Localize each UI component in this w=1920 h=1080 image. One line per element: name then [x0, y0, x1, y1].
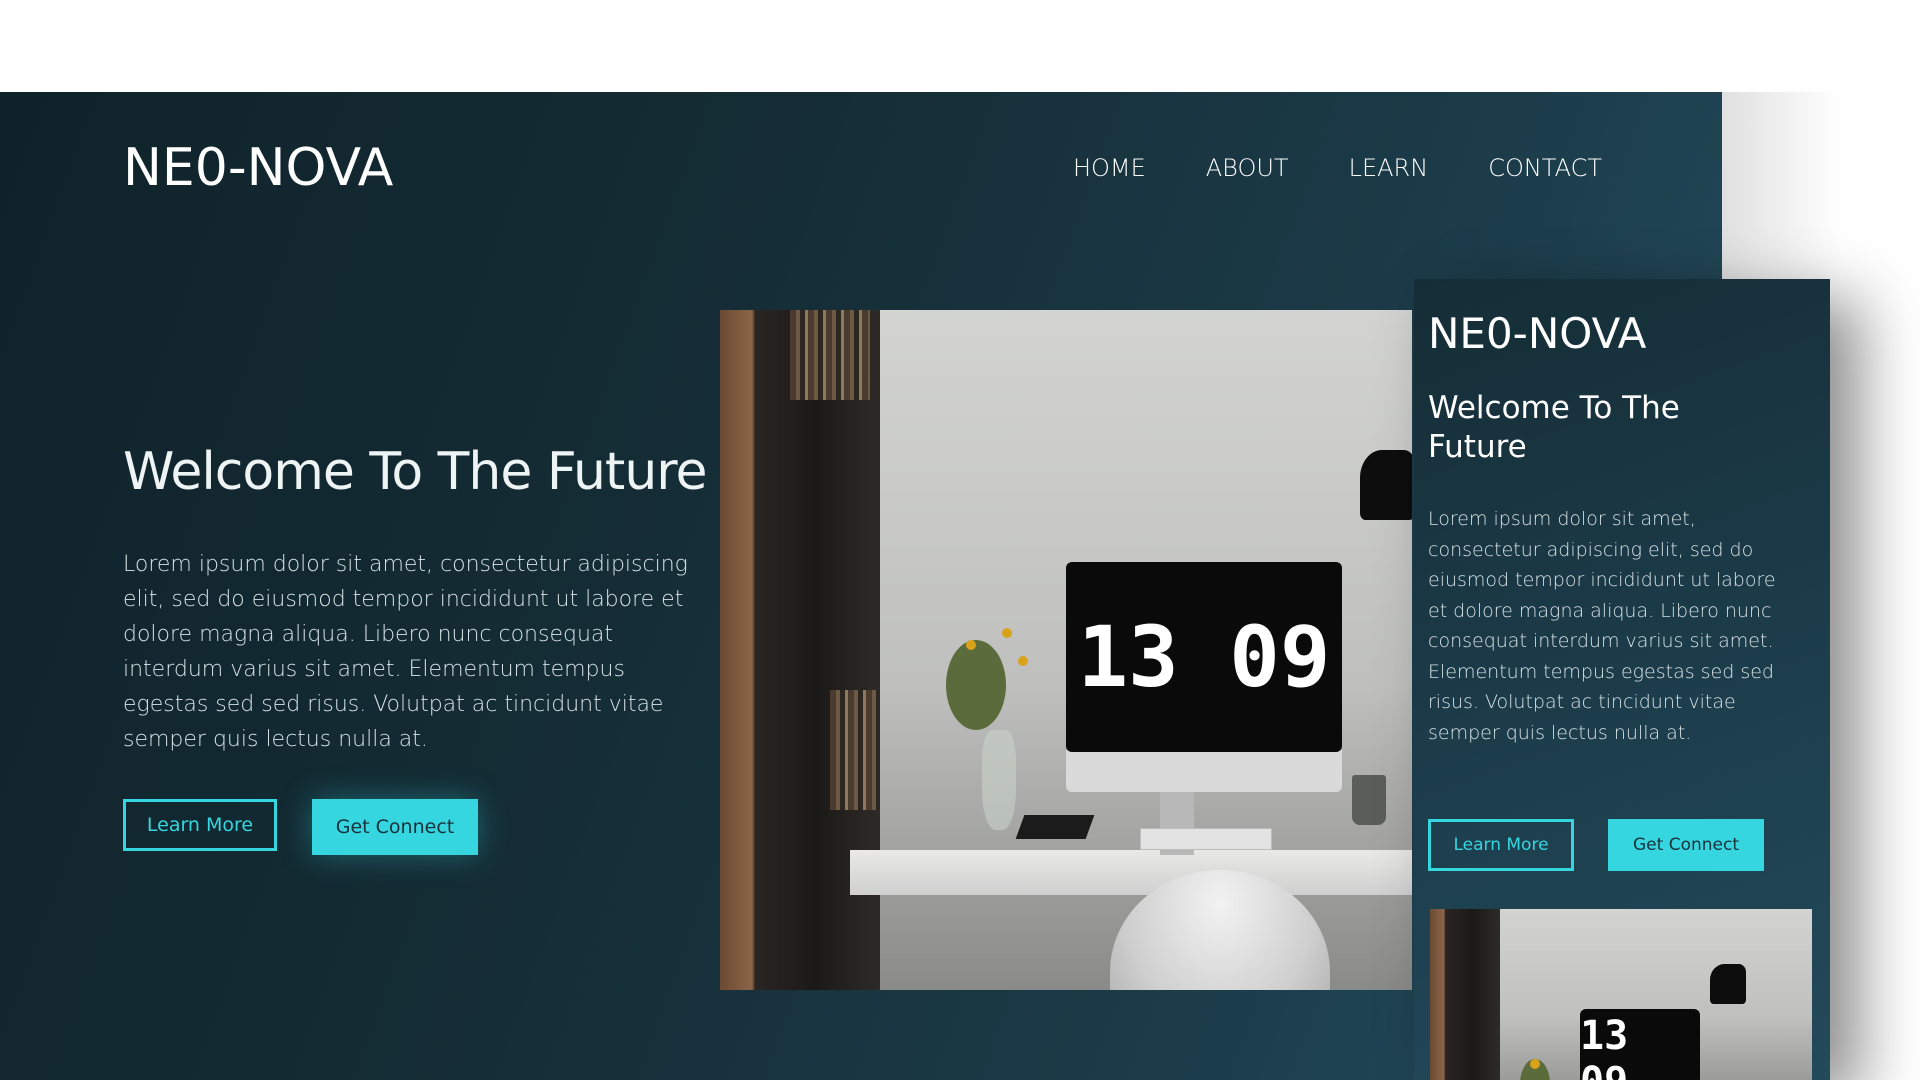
books-bottom — [830, 690, 880, 810]
nav-about[interactable]: ABOUT — [1206, 154, 1289, 182]
main-nav: HOME ABOUT LEARN CONTACT — [1073, 154, 1602, 182]
notebook — [1015, 815, 1095, 839]
hero-image: 13 09 — [720, 310, 1412, 990]
hero-title: Welcome To The Future — [123, 442, 707, 502]
desk-top — [850, 850, 1412, 895]
nav-learn[interactable]: LEARN — [1349, 154, 1429, 182]
flower — [1018, 656, 1028, 666]
mobile-clock-display: 13 09 — [1580, 1013, 1629, 1080]
flower — [1530, 1059, 1540, 1069]
mobile-hero-description: Lorem ipsum dolor sit amet, consectetur … — [1428, 508, 1776, 744]
imac-screen: 13 09 — [1066, 562, 1342, 752]
mobile-learn-more-button[interactable]: Learn More — [1428, 819, 1574, 871]
desktop-edge-shadow — [1722, 92, 1842, 282]
wall-lamp — [1710, 964, 1746, 1004]
wall-lamp — [1360, 450, 1412, 520]
nav-contact[interactable]: CONTACT — [1488, 154, 1602, 182]
imac-screen: 13 09 — [1580, 1009, 1700, 1080]
mobile-hero-image: 13 09 — [1430, 909, 1812, 1080]
hero-description: Lorem ipsum dolor sit amet, consectetur … — [123, 552, 688, 752]
mobile-logo[interactable]: NE0-NOVA — [1428, 309, 1646, 358]
learn-more-button[interactable]: Learn More — [123, 799, 277, 851]
flower-leaves — [946, 640, 1006, 730]
mug — [1352, 775, 1386, 825]
keyboard — [1140, 828, 1272, 850]
mobile-hero-title: Welcome To The Future — [1428, 390, 1680, 465]
clock-display: 13 09 — [1077, 608, 1331, 706]
imac-chin — [1066, 750, 1342, 792]
site-logo[interactable]: NE0-NOVA — [123, 138, 393, 198]
bookshelf — [1430, 909, 1500, 1080]
mobile-mockup: NE0-NOVA Welcome To The Future Lorem ips… — [1414, 279, 1830, 1080]
flower-vase — [982, 730, 1016, 830]
flower — [966, 640, 976, 650]
mobile-get-connect-button[interactable]: Get Connect — [1608, 819, 1764, 871]
get-connect-button[interactable]: Get Connect — [312, 799, 478, 855]
nav-home[interactable]: HOME — [1073, 154, 1146, 182]
flower — [1002, 628, 1012, 638]
books-top — [790, 310, 870, 400]
